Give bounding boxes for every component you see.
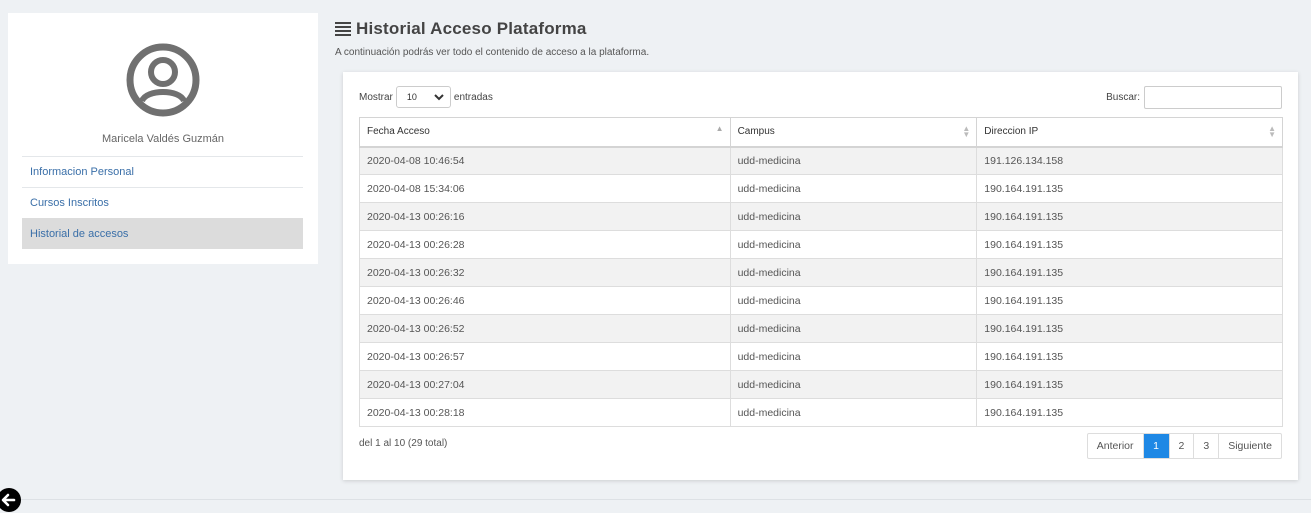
cell-ip: 191.126.134.158 [976, 146, 1283, 175]
cell-date: 2020-04-13 00:27:04 [359, 370, 731, 399]
page-title: Historial Acceso Plataforma [335, 19, 587, 39]
sidebar-item-courses[interactable]: Cursos Inscritos [22, 187, 303, 218]
access-table: Fecha Acceso ▲ Campus ▲ ▼ Direccion IP ▲ ▼… [359, 117, 1283, 427]
list-icon [335, 22, 351, 36]
pagination-next-button[interactable]: Siguiente [1218, 434, 1281, 458]
cell-campus: udd-medicina [729, 146, 978, 175]
search-label: Buscar: [1106, 92, 1140, 103]
page-length-control: Mostrar 10 entradas [359, 86, 493, 108]
column-header-campus[interactable]: Campus ▲ ▼ [729, 117, 978, 148]
cell-date: 2020-04-08 15:34:06 [359, 174, 731, 203]
cell-ip: 190.164.191.135 [976, 342, 1283, 371]
entries-label: entradas [453, 91, 493, 103]
pagination-page-1[interactable]: 1 [1142, 434, 1169, 458]
cell-ip: 190.164.191.135 [976, 286, 1283, 315]
pagination-page-2[interactable]: 2 [1168, 434, 1194, 458]
pagination-page-3[interactable]: 3 [1193, 434, 1218, 458]
search-control: Buscar: [1106, 86, 1282, 109]
table-header-row: Fecha Acceso ▲ Campus ▲ ▼ Direccion IP ▲ ▼ [359, 117, 1283, 148]
column-header-date[interactable]: Fecha Acceso ▲ [359, 117, 731, 148]
table-row: 2020-04-13 00:26:57 udd-medicina 190.164… [359, 342, 1283, 371]
table-info: del 1 al 10 (29 total) [359, 438, 448, 449]
sort-asc-icon: ▲ [715, 124, 724, 133]
cell-campus: udd-medicina [729, 370, 978, 399]
page-length-select[interactable]: 10 [395, 86, 451, 108]
cell-campus: udd-medicina [729, 230, 978, 259]
user-avatar-icon [126, 43, 200, 117]
cell-date: 2020-04-13 00:28:18 [359, 398, 731, 427]
cell-date: 2020-04-13 00:26:28 [359, 230, 731, 259]
column-header-ip[interactable]: Direccion IP ▲ ▼ [976, 117, 1283, 148]
sidebar-nav: Informacion Personal Cursos Inscritos Hi… [22, 156, 303, 249]
cell-date: 2020-04-13 00:26:16 [359, 202, 731, 231]
table-row: 2020-04-13 00:26:28 udd-medicina 190.164… [359, 230, 1283, 259]
page-subtitle: A continuación podrás ver todo el conten… [335, 47, 650, 58]
cell-date: 2020-04-13 00:26:32 [359, 258, 731, 287]
page-title-text: Historial Acceso Plataforma [356, 19, 587, 38]
cell-ip: 190.164.191.135 [976, 258, 1283, 287]
cell-date: 2020-04-13 00:26:57 [359, 342, 731, 371]
sort-icon: ▲ ▼ [1268, 124, 1276, 139]
cell-campus: udd-medicina [729, 398, 978, 427]
sidebar-item-personal-info[interactable]: Informacion Personal [22, 156, 303, 187]
cell-campus: udd-medicina [729, 202, 978, 231]
sort-icon: ▲ ▼ [962, 124, 971, 139]
footer-divider [0, 499, 1311, 500]
profile-sidebar: Maricela Valdés Guzmán Informacion Perso… [8, 13, 318, 264]
show-label: Mostrar [359, 91, 393, 103]
cell-ip: 190.164.191.135 [976, 370, 1283, 399]
page-length-value: 10 [406, 92, 417, 102]
cell-campus: udd-medicina [729, 258, 978, 287]
sidebar-item-access-history[interactable]: Historial de accesos [22, 218, 303, 249]
table-row: 2020-04-13 00:26:52 udd-medicina 190.164… [359, 314, 1283, 343]
table-row: 2020-04-08 15:34:06 udd-medicina 190.164… [359, 174, 1283, 203]
cell-campus: udd-medicina [729, 174, 978, 203]
search-input[interactable] [1144, 86, 1282, 109]
pagination-prev-button[interactable]: Anterior [1088, 434, 1143, 458]
table-row: 2020-04-13 00:28:18 udd-medicina 190.164… [359, 398, 1283, 427]
chevron-down-icon [434, 94, 444, 101]
cell-ip: 190.164.191.135 [976, 398, 1283, 427]
back-arrow-icon[interactable] [0, 487, 22, 513]
pagination: Anterior 1 2 3 Siguiente [1086, 433, 1282, 459]
cell-date: 2020-04-08 10:46:54 [359, 146, 731, 175]
profile-name: Maricela Valdés Guzmán [101, 133, 225, 145]
table-row: 2020-04-13 00:26:46 udd-medicina 190.164… [359, 286, 1283, 315]
cell-ip: 190.164.191.135 [976, 202, 1283, 231]
access-table-body: 2020-04-08 10:46:54 udd-medicina 191.126… [359, 146, 1283, 427]
cell-date: 2020-04-13 00:26:46 [359, 286, 731, 315]
table-row: 2020-04-08 10:46:54 udd-medicina 191.126… [359, 146, 1283, 175]
cell-campus: udd-medicina [729, 286, 978, 315]
table-row: 2020-04-13 00:26:32 udd-medicina 190.164… [359, 258, 1283, 287]
table-row: 2020-04-13 00:27:04 udd-medicina 190.164… [359, 370, 1283, 399]
cell-ip: 190.164.191.135 [976, 314, 1283, 343]
cell-date: 2020-04-13 00:26:52 [359, 314, 731, 343]
cell-ip: 190.164.191.135 [976, 230, 1283, 259]
cell-ip: 190.164.191.135 [976, 174, 1283, 203]
cell-campus: udd-medicina [729, 314, 978, 343]
table-row: 2020-04-13 00:26:16 udd-medicina 190.164… [359, 202, 1283, 231]
access-history-card: Mostrar 10 entradas Buscar: Fecha Acceso… [343, 72, 1298, 480]
cell-campus: udd-medicina [729, 342, 978, 371]
